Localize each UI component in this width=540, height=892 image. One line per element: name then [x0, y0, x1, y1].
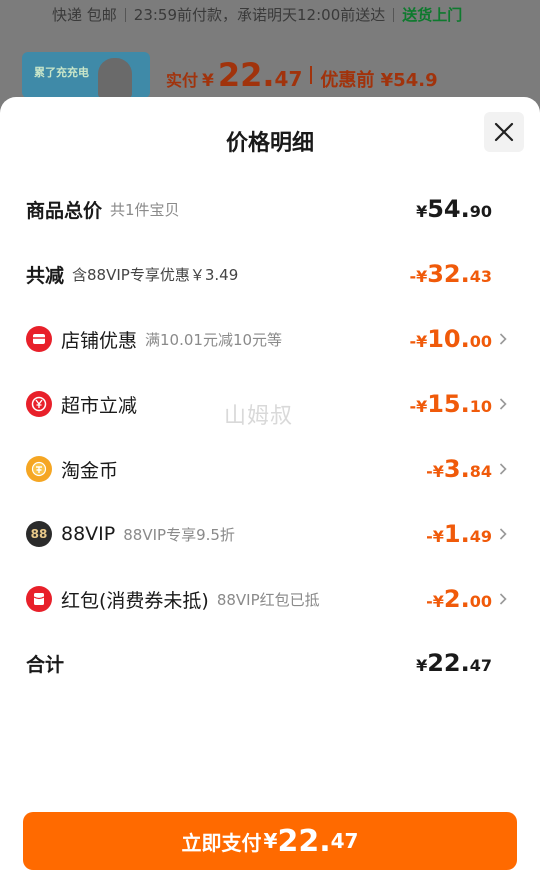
chevron-right-icon [496, 462, 510, 476]
amount-symbol: -¥ [409, 332, 428, 351]
sheet-title: 价格明细 [225, 131, 314, 156]
row-label: 店铺优惠 [61, 329, 138, 352]
product-thumbnail[interactable]: 累了充充电 [22, 52, 150, 98]
row-sub: 88VIP红包已抵 [216, 590, 320, 609]
pay-button-int: 22. [277, 823, 331, 859]
thumbnail-text: 累了充充电 [34, 66, 89, 79]
row-label: 淘金币 [61, 459, 119, 482]
amount-symbol: ¥ [416, 656, 428, 675]
shipping-info: 快递 包邮 23:59前付款，承诺明天12:00前送达 送货上门 [52, 4, 462, 25]
shipping-label: 快递 包邮 [52, 6, 117, 24]
row-sub: 满10.01元减10元等 [145, 330, 283, 349]
row-amount: -¥ 10. 00 [409, 325, 492, 353]
row-label: 红包(消费券未抵) [61, 589, 209, 612]
row-sub: 共1件宝贝 [110, 200, 180, 219]
row-total-price: 商品总价 共1件宝贝 ¥ 54. 90 [0, 189, 540, 229]
pay-now-button[interactable]: 立即支付 ¥ 22. 47 [23, 812, 517, 870]
row-label: 88VIP [61, 523, 116, 545]
amount-dec: 10 [469, 397, 492, 416]
price-separator [310, 66, 313, 84]
amount-symbol: -¥ [426, 527, 444, 546]
row-amount: -¥ 2. 00 [426, 585, 492, 613]
row-sub: 含88VIP专享优惠￥3.49 [72, 265, 239, 284]
amount-dec: 49 [469, 527, 492, 546]
red-packet-icon [26, 586, 52, 612]
thumbnail-person [98, 58, 132, 98]
amount-int: 3. [443, 455, 470, 483]
supermarket-yen-icon [26, 391, 52, 417]
row-amount: ¥ 54. 90 [416, 195, 492, 223]
amount-int: 10. [427, 325, 470, 353]
chevron-right-icon [496, 592, 510, 606]
row-amount: ¥ 22. 47 [416, 649, 492, 677]
amount-int: 1. [443, 520, 470, 548]
row-total-discount: 共减 含88VIP专享优惠￥3.49 -¥ 32. 43 [0, 254, 540, 294]
row-amount: -¥ 32. 43 [409, 260, 492, 288]
amount-dec: 90 [469, 202, 492, 221]
row-red-packet[interactable]: 红包(消费券未抵) 88VIP红包已抵 -¥ 2. 00 [0, 579, 540, 619]
row-sum-total: 合计 ¥ 22. 47 [0, 643, 540, 683]
amount-symbol: -¥ [426, 592, 444, 611]
amount-symbol: ¥ [416, 202, 428, 221]
amount-int: 54. [427, 195, 470, 223]
amount-symbol: -¥ [426, 462, 444, 481]
watermark: 山姆叔 [224, 404, 294, 429]
close-button[interactable] [484, 112, 524, 152]
paid-dec: 47 [274, 67, 303, 91]
delivery-badge: 送货上门 [402, 6, 463, 24]
amount-int: 15. [427, 390, 470, 418]
gold-coin-icon [26, 456, 52, 482]
vip-88-icon: 88 [26, 521, 52, 547]
row-label: 商品总价 [26, 199, 103, 222]
paid-int: 22. [217, 56, 275, 94]
row-amount: -¥ 15. 10 [409, 390, 492, 418]
amount-int: 22. [427, 649, 470, 677]
row-amount: -¥ 3. 84 [426, 455, 492, 483]
row-label: 共减 [26, 264, 65, 287]
chevron-right-icon [496, 527, 510, 541]
shipping-promise: 23:59前付款，承诺明天12:00前送达 [133, 6, 386, 24]
row-sub: 88VIP专享9.5折 [123, 525, 235, 544]
row-amount: -¥ 1. 49 [426, 520, 492, 548]
row-store-discount[interactable]: 店铺优惠 满10.01元减10元等 -¥ 10. 00 [0, 319, 540, 359]
amount-dec: 43 [469, 267, 492, 286]
paid-symbol: ¥ [202, 71, 214, 91]
row-label: 合计 [26, 653, 65, 676]
store-coupon-icon [26, 326, 52, 352]
amount-dec: 47 [469, 656, 492, 675]
pay-button-symbol: ¥ [263, 829, 278, 853]
amount-dec: 00 [469, 592, 492, 611]
price-detail-sheet: 价格明细 商品总价 共1件宝贝 ¥ 54. 90 共减 含88VIP专享优惠￥3… [0, 97, 540, 892]
chevron-right-icon [496, 332, 510, 346]
divider [124, 7, 126, 22]
original-price: 优惠前 ¥54.9 [320, 70, 438, 91]
pay-button-label: 立即支付 [181, 830, 262, 855]
paid-price: 实付 ¥ 22. 47 优惠前 ¥54.9 [166, 56, 438, 94]
row-label: 超市立减 [61, 394, 138, 417]
amount-int: 2. [443, 585, 470, 613]
amount-dec: 84 [469, 462, 492, 481]
pay-button-dec: 47 [330, 829, 359, 853]
amount-symbol: -¥ [409, 267, 428, 286]
paid-label: 实付 [166, 71, 199, 90]
amount-symbol: -¥ [409, 397, 428, 416]
row-88vip[interactable]: 88 88VIP 88VIP专享9.5折 -¥ 1. 49 [0, 514, 540, 554]
close-icon [494, 122, 514, 142]
row-gold-coin[interactable]: 淘金币 -¥ 3. 84 [0, 449, 540, 489]
amount-int: 32. [427, 260, 470, 288]
chevron-right-icon [496, 397, 510, 411]
divider [393, 7, 395, 22]
amount-dec: 00 [469, 332, 492, 351]
